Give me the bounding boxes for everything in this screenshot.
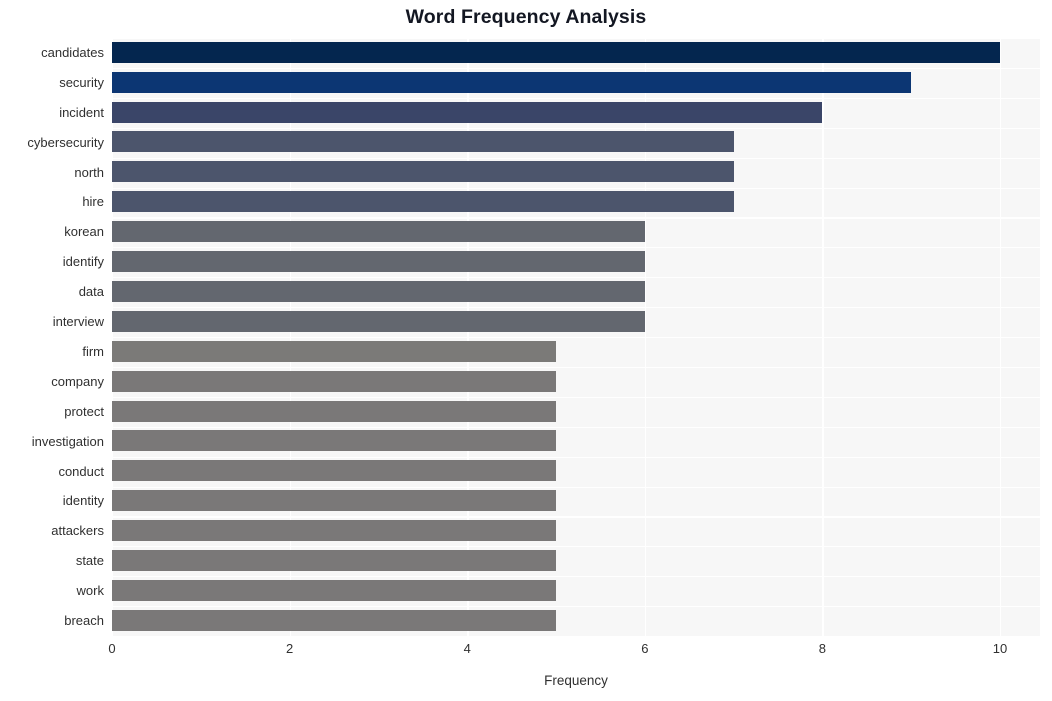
y-tick-label: hire: [82, 194, 104, 210]
bar[interactable]: [112, 579, 557, 601]
bar-row[interactable]: [112, 188, 1040, 217]
bar-row[interactable]: [112, 487, 1040, 516]
bar[interactable]: [112, 131, 734, 153]
x-tick-label: 10: [992, 641, 1008, 656]
bar-row[interactable]: [112, 128, 1040, 157]
y-tick-label: identify: [62, 254, 104, 270]
x-tick-label: 4: [463, 641, 471, 656]
bar[interactable]: [112, 310, 645, 332]
y-tick-label: incident: [59, 104, 104, 120]
bar[interactable]: [112, 430, 557, 452]
bar[interactable]: [112, 41, 1001, 63]
x-axis-title: Frequency: [544, 673, 608, 688]
y-tick-label: firm: [82, 343, 104, 359]
bar[interactable]: [112, 161, 734, 183]
bar-row[interactable]: [112, 546, 1040, 575]
y-tick-label: investigation: [31, 433, 104, 449]
bar-row[interactable]: [112, 367, 1040, 396]
y-tick-label: security: [59, 74, 104, 90]
bar[interactable]: [112, 191, 734, 213]
bar-row[interactable]: [112, 247, 1040, 276]
bar[interactable]: [112, 400, 557, 422]
bar[interactable]: [112, 221, 645, 243]
y-tick-label: korean: [64, 224, 104, 240]
x-tick-label: 0: [108, 641, 116, 656]
bar[interactable]: [112, 609, 557, 631]
bar-row[interactable]: [112, 217, 1040, 246]
chart-title: Word Frequency Analysis: [405, 6, 647, 28]
bar-row[interactable]: [112, 516, 1040, 545]
x-tick-label: 8: [818, 641, 827, 656]
y-tick-label: protect: [64, 403, 104, 419]
bar-row[interactable]: [112, 576, 1040, 605]
bar[interactable]: [112, 520, 557, 542]
bar-row[interactable]: [112, 68, 1040, 97]
bar-row[interactable]: [112, 337, 1040, 366]
y-tick-label: cybersecurity: [27, 134, 104, 150]
bar[interactable]: [112, 101, 823, 123]
bar-row[interactable]: [112, 158, 1040, 187]
y-tick-label: identity: [62, 493, 104, 509]
bar-row[interactable]: [112, 277, 1040, 306]
y-tick-label: interview: [52, 314, 104, 330]
y-tick-label: candidates: [41, 44, 104, 60]
bar-series: [112, 38, 1040, 636]
y-tick-label: state: [75, 553, 104, 569]
bar[interactable]: [112, 460, 557, 482]
y-tick-label: work: [76, 583, 104, 599]
plot-area: [112, 38, 1040, 638]
bar-row[interactable]: [112, 397, 1040, 426]
bar-row[interactable]: [112, 38, 1040, 67]
bar[interactable]: [112, 550, 557, 572]
y-tick-label: breach: [64, 613, 104, 629]
bar[interactable]: [112, 251, 645, 273]
x-tick-label: 2: [285, 641, 294, 656]
y-tick-label: data: [78, 284, 104, 300]
bar-row[interactable]: [112, 307, 1040, 336]
x-axis-tick-labels: 0 2 4 6 8 10: [0, 636, 1052, 666]
bar-row[interactable]: [112, 427, 1040, 456]
bar[interactable]: [112, 280, 645, 302]
word-frequency-chart-figure: Word Frequency Analysis candidates securi…: [0, 0, 1052, 701]
bar[interactable]: [112, 370, 557, 392]
y-axis-tick-labels: candidates security incident cybersecurity n…: [0, 38, 104, 636]
bar[interactable]: [112, 71, 912, 93]
y-tick-label: conduct: [58, 463, 104, 479]
y-tick-label: company: [51, 373, 104, 389]
y-tick-label: attackers: [51, 523, 104, 539]
bar[interactable]: [112, 490, 557, 512]
bar-row[interactable]: [112, 98, 1040, 127]
bar[interactable]: [112, 340, 557, 362]
y-tick-label: north: [74, 164, 104, 180]
x-tick-label: 6: [641, 641, 649, 656]
bar-row[interactable]: [112, 606, 1040, 635]
bar-row[interactable]: [112, 457, 1040, 486]
